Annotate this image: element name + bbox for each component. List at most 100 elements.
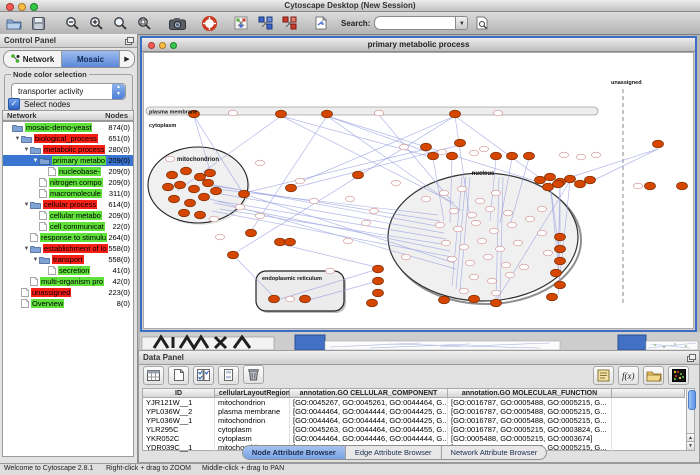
table-cell[interactable]: [GO:0016787, GO:0005488, GO:0005215, G..… bbox=[448, 398, 612, 407]
table-header[interactable]: ID bbox=[143, 389, 215, 398]
scrollbar-thumb[interactable] bbox=[688, 390, 696, 410]
expand-arrow-icon[interactable]: ▼ bbox=[14, 136, 21, 142]
table-header[interactable]: annotation.GO MOLECULAR_FUNCTION bbox=[448, 389, 612, 398]
network-tree-row[interactable]: ▼biological_process651(0) bbox=[3, 133, 133, 144]
search-dropdown-icon[interactable]: ▼ bbox=[455, 16, 468, 30]
search-options-icon[interactable] bbox=[472, 14, 492, 32]
delete-attribute-icon[interactable] bbox=[243, 365, 264, 384]
table-header[interactable] bbox=[612, 389, 685, 398]
table-cell[interactable]: mitochondrion bbox=[215, 416, 290, 425]
folder-icon bbox=[30, 146, 41, 154]
annotation-icon[interactable] bbox=[311, 14, 331, 32]
network-frame-titlebar[interactable]: primary metabolic process bbox=[142, 38, 695, 52]
table-cell[interactable]: [GO:0016787, GO:0005215, GO:0003824, G..… bbox=[448, 425, 612, 434]
network-tree-row[interactable]: cellular metabo209(0) bbox=[3, 210, 133, 221]
attribute-grid-icon[interactable] bbox=[143, 366, 164, 385]
frame-maximize-icon[interactable] bbox=[170, 42, 177, 49]
table-cell[interactable]: YPL036W__2 bbox=[143, 407, 215, 416]
network-tree-row[interactable]: cell communicat22(0) bbox=[3, 221, 133, 232]
frame-controls[interactable] bbox=[148, 42, 177, 49]
table-cell[interactable]: [GO:0016787, GO:0005488, GO:0005215, G..… bbox=[448, 416, 612, 425]
network-tree-row[interactable]: unassigned223(0) bbox=[3, 287, 133, 298]
window-controls[interactable] bbox=[6, 3, 38, 11]
scroll-down-icon[interactable]: ▼ bbox=[687, 441, 694, 450]
tab-mosaic[interactable]: Mosaic bbox=[62, 51, 120, 67]
table-cell[interactable]: cytoplasm bbox=[215, 434, 290, 443]
expand-arrow-icon[interactable]: ▼ bbox=[23, 246, 30, 252]
network-tree-row[interactable]: Overview8(0) bbox=[3, 298, 133, 309]
network-tree-row[interactable]: ▼metabolic process280(0) bbox=[3, 144, 133, 155]
expand-arrow-icon[interactable]: ▼ bbox=[23, 202, 30, 208]
expand-arrow-icon[interactable]: ▼ bbox=[23, 147, 30, 153]
network-tree-row[interactable]: secretion41(0) bbox=[3, 265, 133, 276]
zoom-in-icon[interactable] bbox=[86, 14, 106, 32]
network-tree-row[interactable]: ▼cellular process614(0) bbox=[3, 199, 133, 210]
frame-close-icon[interactable] bbox=[148, 42, 155, 49]
help-ring-icon[interactable] bbox=[199, 14, 219, 32]
table-cell[interactable]: [GO:0044464, GO:0044444, GO:0044425, G..… bbox=[290, 407, 448, 416]
table-cell[interactable]: [GO:0044464, GO:0044444, GO:0044425, G..… bbox=[290, 416, 448, 425]
expand-arrow-icon[interactable]: ▼ bbox=[32, 158, 39, 164]
import-attributes-icon[interactable] bbox=[643, 366, 664, 385]
matrix-view-icon[interactable] bbox=[668, 366, 689, 385]
network-tree-row[interactable]: ▼primary metabo209(0) bbox=[3, 155, 133, 166]
table-scrollbar[interactable]: ▲ ▼ bbox=[686, 388, 695, 451]
network-tree-row[interactable]: mosaic-demo-yeast874(0) bbox=[3, 122, 133, 133]
tab-node-attribute-browser[interactable]: Node Attribute Browser bbox=[243, 446, 346, 459]
table-header[interactable]: _cellularLayoutRegion bbox=[215, 389, 290, 398]
network-tree-row[interactable]: ▼establishment of lo558(0) bbox=[3, 243, 133, 254]
select-nodes-checkbox[interactable]: ✓ bbox=[8, 98, 20, 110]
zoom-selected-icon[interactable] bbox=[110, 14, 130, 32]
layout-blue-icon[interactable] bbox=[255, 14, 275, 32]
save-session-icon[interactable] bbox=[28, 14, 48, 32]
select-attributes-icon[interactable] bbox=[193, 366, 214, 385]
layout-red-icon[interactable] bbox=[279, 14, 299, 32]
network-tree-row[interactable]: nitrogen compo209(0) bbox=[3, 177, 133, 188]
snapshot-icon[interactable] bbox=[167, 14, 187, 32]
table-cell[interactable]: cytoplasm bbox=[215, 425, 290, 434]
open-file-icon[interactable] bbox=[4, 14, 24, 32]
tree-col-nodes: Nodes bbox=[105, 111, 128, 121]
network-tree-row[interactable]: ▼transport558(0) bbox=[3, 254, 133, 265]
table-cell[interactable]: YLR295C bbox=[143, 425, 215, 434]
network-canvas[interactable]: plasma membranecytoplasmmitochondrionnuc… bbox=[143, 52, 694, 329]
maximize-icon[interactable] bbox=[30, 3, 38, 11]
tab-network-attribute-browser[interactable]: Network Attribute Browser bbox=[442, 446, 547, 459]
network-tree-row[interactable]: multi-organism pro42(0) bbox=[3, 276, 133, 287]
table-cell[interactable]: [GO:0005488, GO:0005215, GO:0003674] bbox=[448, 434, 612, 443]
table-cell[interactable]: [GO:0044464, GO:0044446, GO:0044444, G..… bbox=[290, 434, 448, 443]
formula-notepad-icon[interactable] bbox=[593, 366, 614, 385]
table-header[interactable]: annotation.GO CELLULAR_COMPONENT bbox=[290, 389, 448, 398]
table-cell[interactable]: plasma membrane bbox=[215, 407, 290, 416]
table-cell[interactable]: [GO:0045263, GO:0044464, GO:0044455, G..… bbox=[290, 425, 448, 434]
frame-minimize-icon[interactable] bbox=[159, 42, 166, 49]
function-builder-icon[interactable]: f(x) bbox=[618, 366, 639, 385]
attribute-table[interactable]: ID_cellularLayoutRegionannotation.GO CEL… bbox=[142, 388, 687, 451]
data-panel-title: Data Panel bbox=[143, 353, 184, 362]
close-icon[interactable] bbox=[6, 3, 14, 11]
float-panel-icon[interactable] bbox=[687, 354, 695, 361]
network-tree[interactable]: mosaic-demo-yeast874(0)▼biological_proce… bbox=[2, 121, 134, 457]
table-cell[interactable]: YDR039C__1 bbox=[143, 443, 215, 452]
table-cell[interactable]: YKR052C bbox=[143, 434, 215, 443]
zoom-out-icon[interactable] bbox=[62, 14, 82, 32]
zoom-fit-icon[interactable] bbox=[134, 14, 154, 32]
table-cell[interactable]: YJR121W__1 bbox=[143, 398, 215, 407]
expand-arrow-icon[interactable]: ▼ bbox=[32, 257, 39, 263]
table-cell[interactable]: mitochondrion bbox=[215, 398, 290, 407]
tab-edge-attribute-browser[interactable]: Edge Attribute Browser bbox=[346, 446, 442, 459]
tab-network[interactable]: Network bbox=[4, 51, 62, 67]
tab-overflow-icon[interactable]: ▶ bbox=[120, 51, 134, 67]
network-tree-row[interactable]: response to stimulu264(0) bbox=[3, 232, 133, 243]
minimize-icon[interactable] bbox=[18, 3, 26, 11]
search-input[interactable] bbox=[374, 16, 455, 30]
float-panel-icon[interactable] bbox=[125, 37, 133, 44]
network-tree-row[interactable]: nucleobase-209(0) bbox=[3, 166, 133, 177]
table-cell[interactable]: [GO:0016787, GO:0005488, GO:0005215, G..… bbox=[448, 407, 612, 416]
table-cell[interactable]: YPL036W__1 bbox=[143, 416, 215, 425]
network-tree-row[interactable]: macromolecule311(0) bbox=[3, 188, 133, 199]
new-attribute-icon[interactable] bbox=[168, 366, 189, 385]
table-cell[interactable]: [GO:0045267, GO:0045261, GO:0044464, G..… bbox=[290, 398, 448, 407]
column-list-icon[interactable] bbox=[218, 366, 239, 385]
overview-icon[interactable] bbox=[231, 14, 251, 32]
